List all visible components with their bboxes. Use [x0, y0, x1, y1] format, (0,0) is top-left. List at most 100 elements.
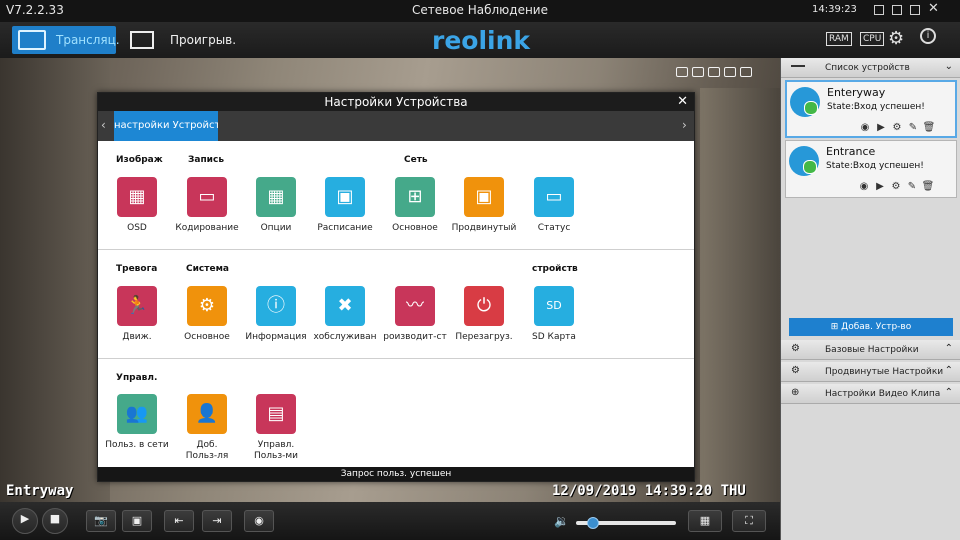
users-icon: 👥 — [125, 403, 149, 424]
tile-online-users[interactable]: 👥 — [117, 394, 157, 434]
fit-icon[interactable] — [676, 67, 688, 77]
dialog-title: Настройки Устройства — [98, 93, 694, 111]
tab-device-settings[interactable]: настройки Устройства — [114, 111, 218, 141]
tile-label-motion: Движ. — [122, 332, 152, 342]
tile-system-basic[interactable]: ⚙ — [187, 286, 227, 326]
maximize-button[interactable] — [910, 5, 920, 15]
running-person-icon: 🏃 — [125, 295, 149, 316]
tile-encoding[interactable]: ▭ — [187, 177, 227, 217]
tile-status[interactable]: ▭ — [534, 177, 574, 217]
video-clip-settings-header[interactable]: ⊕ Настройки Видео Клипа ⌃ — [781, 384, 960, 404]
tile-add-user[interactable]: 👤 — [187, 394, 227, 434]
section-divider — [98, 249, 694, 250]
edit-icon[interactable]: ✎ — [904, 181, 920, 192]
close-icon[interactable] — [740, 67, 752, 77]
volume-icon[interactable]: 🔉 — [554, 514, 569, 528]
tile-label-encoding: Кодирование — [175, 223, 239, 233]
chevron-up-icon[interactable]: ⌃ — [945, 365, 953, 376]
play-icon[interactable]: ▶ — [873, 122, 889, 133]
chevron-up-icon[interactable]: ⌃ — [945, 387, 953, 398]
snapshot-icon[interactable] — [708, 67, 720, 77]
monitor-camera-icon — [18, 30, 46, 50]
tile-info[interactable]: ⓘ — [256, 286, 296, 326]
tile-sdcard[interactable]: SD — [534, 286, 574, 326]
tile-reboot[interactable]: ⏻ — [464, 286, 504, 326]
tile-label-osd: OSD — [127, 223, 147, 233]
device-item[interactable]: Enteryway State:Вход успешен! ◉ ▶ ⚙ ✎ 🗑 — [785, 80, 957, 138]
tile-maintenance[interactable]: ✖ — [325, 286, 365, 326]
layout-button[interactable]: ▦ — [688, 510, 722, 532]
tile-motion[interactable]: 🏃 — [117, 286, 157, 326]
dialog-body: Изображ Запись Сеть ▦ OSD ▭ Кодирование … — [98, 141, 694, 467]
app-window: V7.2.2.33 Сетевое Наблюдение 14:39:23 ✕ … — [0, 0, 960, 540]
play-icon[interactable]: ▶ — [872, 181, 888, 192]
advanced-settings-header[interactable]: ⚙ Продвинутые Настройки ⌃ — [781, 362, 960, 382]
video-background — [700, 88, 780, 502]
device-settings-dialog: Настройки Устройства ✕ ‹ настройки Устро… — [97, 92, 695, 482]
zoom-icon[interactable] — [692, 67, 704, 77]
tile-osd[interactable]: ▦ — [117, 177, 157, 217]
basic-settings-header[interactable]: ⚙ Базовые Настройки ⌃ — [781, 340, 960, 360]
camera-icon — [790, 87, 820, 117]
tile-advanced[interactable]: ▣ — [464, 177, 504, 217]
waveform-icon: 〰 — [406, 295, 424, 316]
fullscreen-button[interactable]: ⛶ — [732, 510, 766, 532]
tile-manage-users[interactable]: ▤ — [256, 394, 296, 434]
tools-icon: ✖ — [337, 295, 353, 316]
tab-scroll-left-icon[interactable]: ‹ — [101, 118, 106, 132]
add-device-button[interactable]: ⊞ Добав. Устр-во — [789, 318, 953, 336]
gear-icon: ⚙ — [198, 295, 216, 316]
connect-icon[interactable]: ◉ — [857, 122, 873, 133]
settings-icon[interactable]: ⚙ — [889, 122, 905, 133]
basic-settings-label: Базовые Настройки — [825, 345, 919, 355]
next-button[interactable]: ⇥ — [202, 510, 232, 532]
list-icon — [791, 65, 805, 71]
monitor-icon[interactable] — [874, 5, 884, 15]
info-icon[interactable]: i — [920, 28, 936, 44]
tile-label-sdcard: SD Карта — [532, 332, 576, 342]
delete-icon[interactable]: 🗑 — [920, 181, 936, 192]
record-icon[interactable] — [724, 67, 736, 77]
dialog-close-button[interactable]: ✕ — [677, 93, 688, 111]
volume-slider-handle[interactable] — [587, 517, 599, 529]
device-item[interactable]: Entrance State:Вход успешен! ◉ ▶ ⚙ ✎ 🗑 — [785, 140, 957, 198]
tile-schedule[interactable]: ▣ — [325, 177, 365, 217]
device-actions: ◉ ▶ ⚙ ✎ 🗑 — [856, 181, 956, 195]
device-list-header[interactable]: Список устройств ⌄ — [781, 58, 960, 78]
tab-live-view[interactable]: Трансляц. — [12, 26, 120, 54]
chevron-up-icon[interactable]: ⌃ — [945, 343, 953, 354]
user-list-icon: ▤ — [267, 403, 285, 424]
info-icon: ⓘ — [267, 295, 285, 316]
delete-icon[interactable]: 🗑 — [921, 122, 937, 133]
tile-options[interactable]: ▦ — [256, 177, 296, 217]
camera-settings-icon: ⚙ — [791, 343, 800, 354]
tile-label-advanced: Продвинутый — [451, 223, 517, 233]
tile-label-schedule: Расписание — [317, 223, 373, 233]
gear-icon[interactable]: ⚙ — [888, 28, 904, 49]
tile-network-basic[interactable]: ⊞ — [395, 177, 435, 217]
stop-button[interactable]: ■ — [42, 508, 68, 534]
tile-label-add-user: Доб. — [196, 440, 218, 450]
minimize-button[interactable] — [892, 5, 902, 15]
camera-advanced-icon: ⚙ — [791, 365, 800, 376]
connect-icon[interactable]: ◉ — [856, 181, 872, 192]
dialog-tab-strip: ‹ настройки Устройства › — [98, 111, 694, 141]
close-window-button[interactable]: ✕ — [928, 1, 939, 16]
previous-button[interactable]: ⇤ — [164, 510, 194, 532]
sync-button[interactable]: ◉ — [244, 510, 274, 532]
osd-settings-icon: ▦ — [128, 186, 146, 207]
edit-icon[interactable]: ✎ — [905, 122, 921, 133]
tile-performance[interactable]: 〰 — [395, 286, 435, 326]
play-button[interactable]: ▶ — [12, 508, 38, 534]
group-label-system: Система — [186, 264, 229, 274]
record-button[interactable]: ▣ — [122, 510, 152, 532]
laptop-icon: ▭ — [198, 186, 216, 207]
device-name: Enteryway — [827, 86, 886, 99]
tab-playback[interactable]: Проигрыв. — [122, 26, 236, 54]
snapshot-button[interactable]: 📷 — [86, 510, 116, 532]
tab-scroll-right-icon[interactable]: › — [682, 118, 687, 132]
tile-label-manage-users-line2: Польз-ми — [253, 451, 298, 461]
chevron-down-icon[interactable]: ⌄ — [945, 61, 953, 72]
tile-label-system-basic: Основное — [184, 332, 230, 342]
settings-icon[interactable]: ⚙ — [888, 181, 904, 192]
